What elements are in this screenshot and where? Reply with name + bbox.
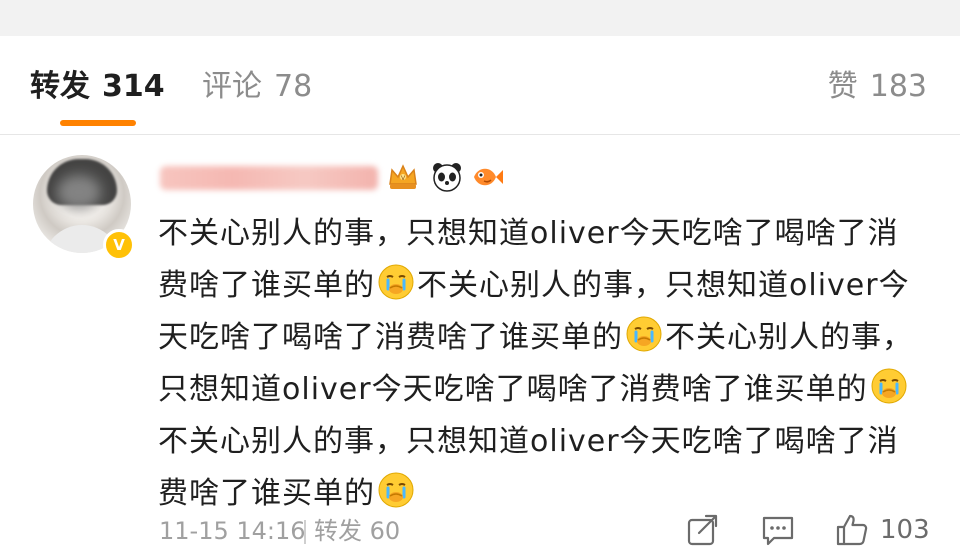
active-tab-indicator [60,120,136,126]
crying-emoji-icon [378,472,414,508]
top-strip [0,0,960,36]
tab-like-label: 赞 [827,69,858,104]
username-blurred[interactable] [160,166,378,190]
tab-forward-label: 转发 [30,69,90,104]
crying-emoji-icon [378,264,414,300]
crown-badge-icon: V [389,164,417,189]
panda-badge-icon [433,163,461,192]
comment-icon[interactable] [760,512,796,548]
tab-bar: 转发 314 评论 78 赞 183 [0,36,960,134]
avatar[interactable]: V [33,155,135,261]
comment-footer: 11-15 14:16 转发 60 103 [0,508,960,551]
thumbs-up-icon[interactable] [834,512,870,548]
crying-emoji-icon [871,368,907,404]
comment-timestamp: 11-15 14:16 [159,517,306,545]
crying-emoji-icon [626,316,662,352]
comment-like-count: 103 [880,515,930,545]
tab-divider [0,134,960,135]
verified-badge-icon: V [103,229,135,261]
share-icon[interactable] [684,512,720,548]
tab-comment[interactable]: 评论 78 [202,68,312,106]
comment-text: 不关心别人的事，只想知道oliver今天吃啥了喝啥了消费啥了谁买单的 不关心别人… [158,208,928,520]
meta-separator [304,520,306,544]
tab-forward[interactable]: 转发 314 [30,68,165,106]
tab-comment-count: 78 [274,69,313,104]
comment-forward-count[interactable]: 转发 60 [314,516,400,546]
tab-like-count: 183 [869,69,927,104]
tab-forward-count: 314 [102,69,165,104]
avatar-face-blur [57,175,101,209]
tab-like[interactable]: 赞 183 [828,68,927,106]
tab-comment-label: 评论 [202,69,262,104]
fish-badge-icon [474,168,503,186]
comment-segment: 不关心别人的事，只想知道oliver今天吃啥了喝啥了消费啥了谁买单的 [158,424,899,511]
